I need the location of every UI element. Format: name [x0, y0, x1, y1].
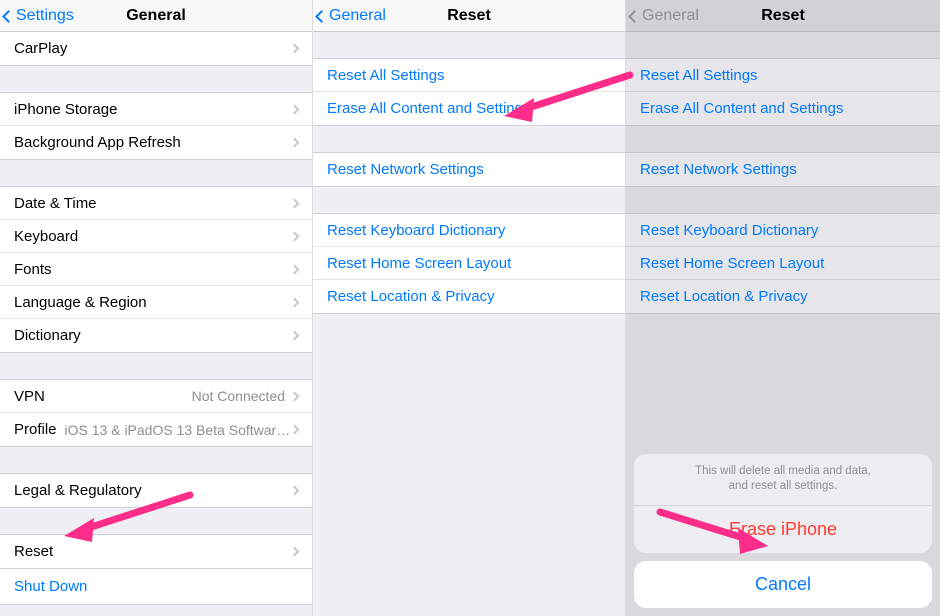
action-sheet: This will delete all media and data, and…	[634, 454, 932, 608]
chevron-right-icon	[290, 264, 300, 274]
page-title: Reset	[761, 7, 805, 25]
row-keyboard[interactable]: Keyboard	[0, 220, 312, 253]
row-language-region[interactable]: Language & Region	[0, 286, 312, 319]
navbar-reset: General Reset	[313, 0, 625, 32]
row-reset-all-settings[interactable]: Reset All Settings	[313, 59, 625, 92]
row-reset[interactable]: Reset	[0, 535, 312, 568]
back-label: General	[642, 7, 699, 25]
row-label: CarPlay	[14, 40, 291, 57]
row-label: Reset All Settings	[327, 67, 611, 84]
row-profile[interactable]: Profile iOS 13 & iPadOS 13 Beta Software…	[0, 413, 312, 446]
row-label: Reset Network Settings	[327, 161, 611, 178]
row-reset-keyboard-dict[interactable]: Reset Keyboard Dictionary	[313, 214, 625, 247]
page-title: General	[126, 7, 186, 25]
row-reset-location-privacy-dimmed: Reset Location & Privacy	[626, 280, 940, 313]
back-button-settings[interactable]: Settings	[4, 0, 74, 32]
row-label: Reset Location & Privacy	[640, 288, 926, 305]
chevron-right-icon	[290, 297, 300, 307]
row-reset-keyboard-dict-dimmed: Reset Keyboard Dictionary	[626, 214, 940, 247]
row-carplay[interactable]: CarPlay	[0, 32, 312, 65]
row-legal-regulatory[interactable]: Legal & Regulatory	[0, 474, 312, 507]
chevron-left-icon	[315, 10, 328, 23]
chevron-right-icon	[290, 104, 300, 114]
row-label: Language & Region	[14, 294, 291, 311]
back-button-general[interactable]: General	[317, 0, 386, 32]
page-title: Reset	[447, 7, 491, 25]
pane-reset-sheet: General Reset Reset All Settings Erase A…	[626, 0, 940, 616]
row-reset-home-screen-dimmed: Reset Home Screen Layout	[626, 247, 940, 280]
pane-reset: General Reset Reset All Settings Erase A…	[313, 0, 626, 616]
action-sheet-cancel-block: Cancel	[634, 561, 932, 608]
cancel-button[interactable]: Cancel	[634, 561, 932, 608]
chevron-right-icon	[290, 138, 300, 148]
row-label: Profile	[14, 421, 57, 438]
row-label: Reset Home Screen Layout	[327, 255, 611, 272]
chevron-right-icon	[290, 331, 300, 341]
navbar-reset-dimmed: General Reset	[626, 0, 940, 32]
chevron-right-icon	[290, 391, 300, 401]
navbar-general: Settings General	[0, 0, 312, 32]
row-label: Reset Network Settings	[640, 161, 926, 178]
sheet-msg-line1: This will delete all media and data,	[650, 464, 916, 480]
row-value: iOS 13 & iPadOS 13 Beta Software Pr...	[65, 422, 291, 438]
back-label: Settings	[16, 7, 74, 25]
chevron-left-icon	[2, 10, 15, 23]
row-label: Erase All Content and Settings	[327, 100, 611, 117]
row-label: Dictionary	[14, 327, 291, 344]
row-label: Reset Location & Privacy	[327, 288, 611, 305]
erase-iphone-button[interactable]: Erase iPhone	[634, 506, 932, 553]
row-vpn[interactable]: VPN Not Connected	[0, 380, 312, 413]
row-value: Not Connected	[192, 388, 285, 404]
chevron-right-icon	[290, 486, 300, 496]
row-reset-network[interactable]: Reset Network Settings	[313, 153, 625, 186]
row-fonts[interactable]: Fonts	[0, 253, 312, 286]
row-label: Reset Home Screen Layout	[640, 255, 926, 272]
row-reset-home-screen[interactable]: Reset Home Screen Layout	[313, 247, 625, 280]
chevron-left-icon	[628, 10, 641, 23]
row-label: Date & Time	[14, 195, 291, 212]
row-label: Fonts	[14, 261, 291, 278]
row-label: VPN	[14, 388, 192, 405]
sheet-msg-line2: and reset all settings.	[650, 479, 916, 495]
row-label: Reset Keyboard Dictionary	[640, 222, 926, 239]
row-reset-location-privacy[interactable]: Reset Location & Privacy	[313, 280, 625, 313]
chevron-right-icon	[290, 425, 300, 435]
back-label: General	[329, 7, 386, 25]
row-label: Erase All Content and Settings	[640, 100, 926, 117]
row-label: Reset	[14, 543, 291, 560]
action-sheet-message: This will delete all media and data, and…	[634, 454, 932, 506]
row-erase-all-content[interactable]: Erase All Content and Settings	[313, 92, 625, 125]
row-label: Background App Refresh	[14, 134, 291, 151]
row-shut-down[interactable]: Shut Down	[0, 569, 312, 605]
pane-general: Settings General CarPlay iPhone Storage …	[0, 0, 313, 616]
row-label: Shut Down	[14, 578, 87, 595]
chevron-right-icon	[290, 44, 300, 54]
action-sheet-block: This will delete all media and data, and…	[634, 454, 932, 553]
row-label: Legal & Regulatory	[14, 482, 291, 499]
row-reset-network-dimmed: Reset Network Settings	[626, 153, 940, 186]
chevron-right-icon	[290, 198, 300, 208]
row-label: Keyboard	[14, 228, 291, 245]
row-label: Reset Keyboard Dictionary	[327, 222, 611, 239]
row-background-app-refresh[interactable]: Background App Refresh	[0, 126, 312, 159]
row-label: Reset All Settings	[640, 67, 926, 84]
row-label: iPhone Storage	[14, 101, 291, 118]
row-erase-all-content-dimmed: Erase All Content and Settings	[626, 92, 940, 125]
row-date-time[interactable]: Date & Time	[0, 187, 312, 220]
back-button-general-dimmed: General	[630, 0, 699, 32]
row-iphone-storage[interactable]: iPhone Storage	[0, 93, 312, 126]
row-reset-all-settings-dimmed: Reset All Settings	[626, 59, 940, 92]
row-dictionary[interactable]: Dictionary	[0, 319, 312, 352]
chevron-right-icon	[290, 231, 300, 241]
chevron-right-icon	[290, 547, 300, 557]
